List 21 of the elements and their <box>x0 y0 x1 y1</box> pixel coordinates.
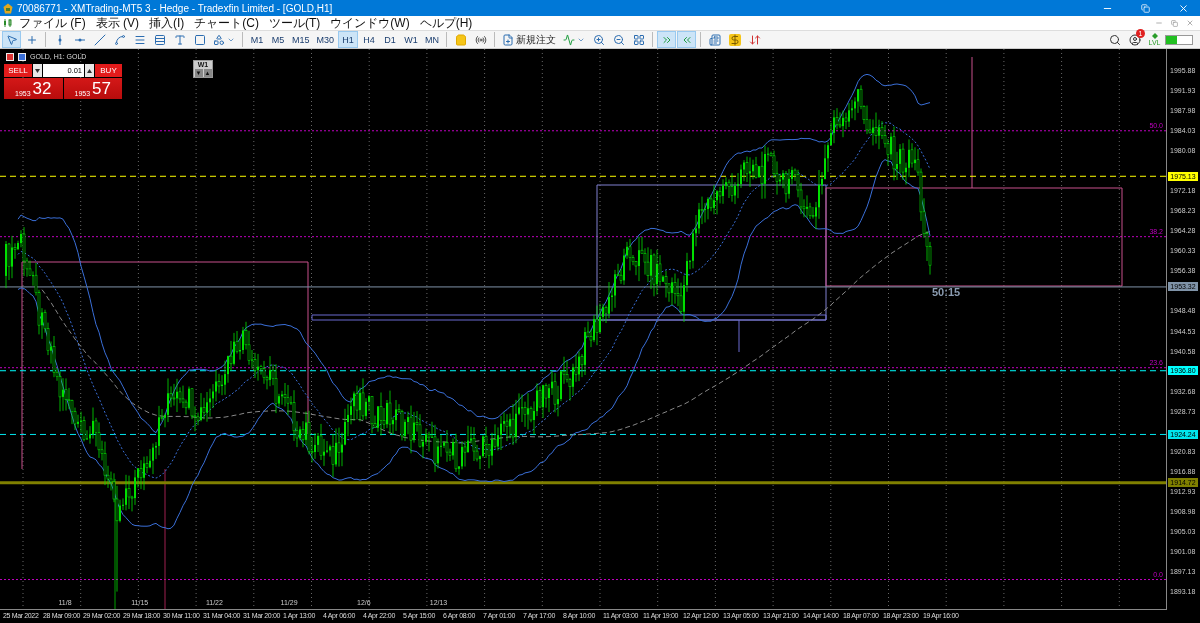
timeframe-button[interactable]: D1 <box>380 31 401 48</box>
menu-item[interactable]: チャート(C) <box>190 16 263 30</box>
sell-button[interactable]: SELL <box>4 64 32 77</box>
menu-item[interactable]: 挿入(I) <box>145 16 189 30</box>
timeframe-button[interactable]: H1 <box>338 31 359 48</box>
timeframe-button[interactable]: M15 <box>289 31 313 48</box>
timeframe-button[interactable]: M1 <box>247 31 267 48</box>
timeframe-button[interactable]: W1 <box>401 31 422 48</box>
timeframe-button[interactable]: M30 <box>313 31 338 48</box>
menu-item[interactable]: 表示 (V) <box>91 16 143 30</box>
timeframe-button[interactable]: H4 <box>359 31 380 48</box>
timeframe-button[interactable]: MN <box>422 31 443 48</box>
new-order-button[interactable]: 新規注文 <box>499 31 560 48</box>
buy-button[interactable]: BUY <box>95 64 122 77</box>
timeframe-button[interactable]: M5 <box>268 31 288 48</box>
menu-item[interactable]: ツール(T) <box>265 16 325 30</box>
menu-item[interactable]: ウインドウ(W) <box>326 16 414 30</box>
window-title: 70086771 - XMTrading-MT5 3 - Hedge - Tradexfin Limited - [GOLD,H1] <box>17 2 334 14</box>
menu-item[interactable]: ヘルプ(H) <box>415 16 477 30</box>
menu-item[interactable]: ファイル (F) <box>15 16 90 30</box>
bar-countdown: 50:15 <box>932 286 961 298</box>
